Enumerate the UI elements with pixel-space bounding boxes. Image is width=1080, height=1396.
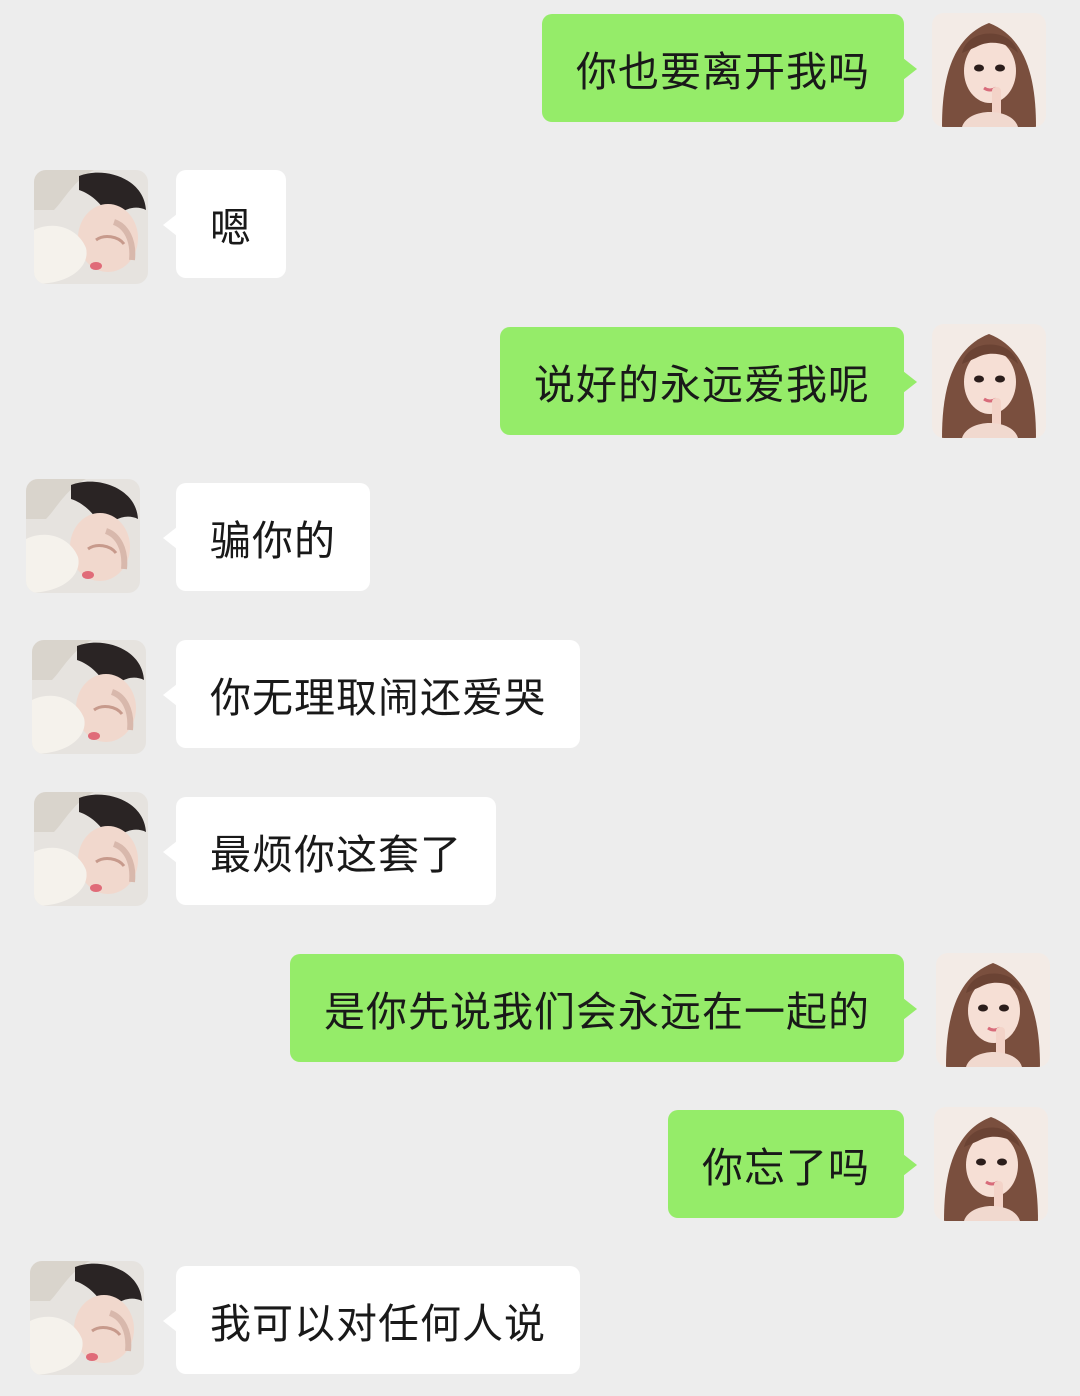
boy-avatar-icon[interactable] <box>34 170 148 284</box>
boy-avatar-icon[interactable] <box>26 479 140 593</box>
chat-area[interactable]: 你也要离开我吗 嗯 说好的永远爱我呢 骗你的 你无理取闹还爱哭 最烦你这套了 是… <box>0 0 1080 1396</box>
girl-avatar-icon[interactable] <box>936 953 1050 1067</box>
message-bubble-outgoing[interactable]: 是你先说我们会永远在一起的 <box>290 954 917 1062</box>
girl-avatar-icon[interactable] <box>932 324 1046 438</box>
message-bubble-incoming[interactable]: 你无理取闹还爱哭 <box>163 640 580 748</box>
message-bubble-incoming[interactable]: 我可以对任何人说 <box>163 1266 580 1374</box>
message-bubble-incoming[interactable]: 最烦你这套了 <box>163 797 496 905</box>
boy-avatar-icon[interactable] <box>32 640 146 754</box>
message-bubble-outgoing[interactable]: 说好的永远爱我呢 <box>500 327 917 435</box>
boy-avatar-icon[interactable] <box>30 1261 144 1375</box>
boy-avatar-icon[interactable] <box>34 792 148 906</box>
message-bubble-incoming[interactable]: 嗯 <box>163 170 286 278</box>
message-bubble-outgoing[interactable]: 你忘了吗 <box>668 1110 917 1218</box>
message-bubble-outgoing[interactable]: 你也要离开我吗 <box>542 14 917 122</box>
girl-avatar-icon[interactable] <box>932 13 1046 127</box>
girl-avatar-icon[interactable] <box>934 1107 1048 1221</box>
message-bubble-incoming[interactable]: 骗你的 <box>163 483 370 591</box>
